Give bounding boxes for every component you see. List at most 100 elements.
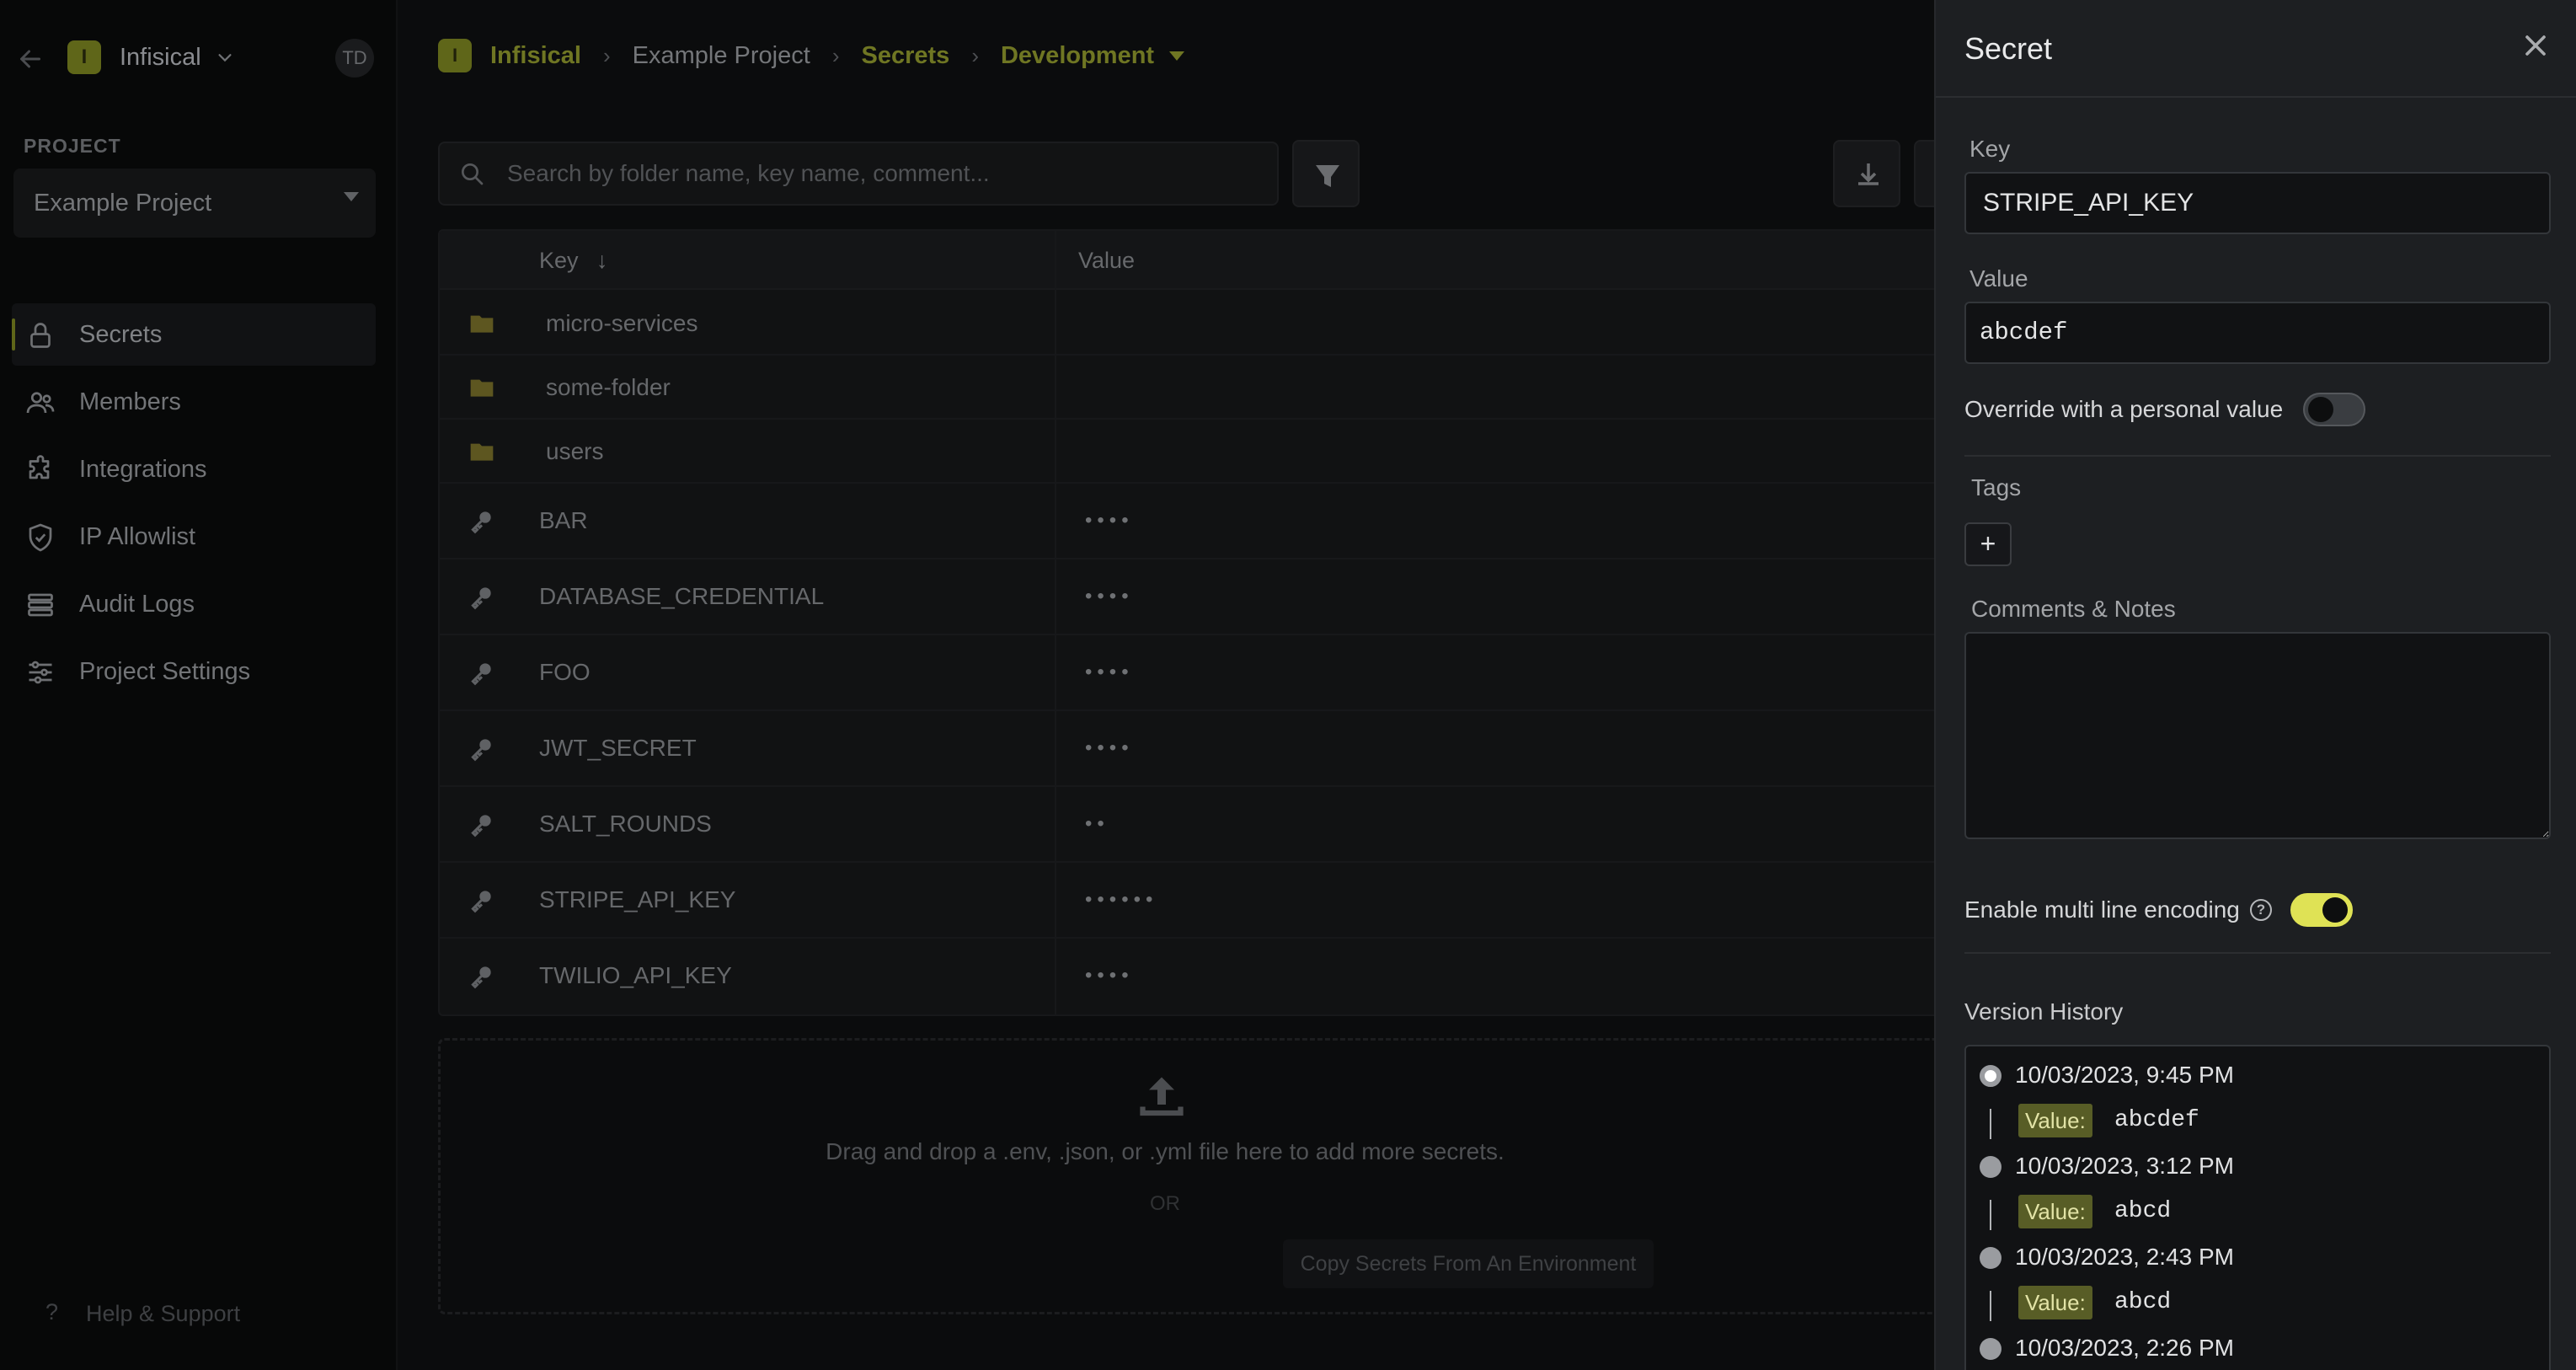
help-support-link[interactable]: Help & Support: [86, 1301, 240, 1327]
filter-icon: [1316, 165, 1339, 187]
project-select[interactable]: Example Project: [13, 169, 376, 238]
chevron-down-icon[interactable]: [216, 42, 234, 72]
dropzone-text: Drag and drop a .env, .json, or .yml fil…: [826, 1138, 1504, 1164]
list-icon: [25, 590, 56, 620]
search-bar: [438, 142, 1279, 206]
secret-row[interactable]: STRIPE_API_KEY ••••••: [440, 863, 1986, 939]
shield-icon: [25, 522, 56, 553]
secret-row[interactable]: SALT_ROUNDS ••: [440, 787, 1986, 863]
copy-secrets-button[interactable]: Copy Secrets From An Environment: [1283, 1239, 1654, 1288]
upload-icon: [1136, 1071, 1187, 1121]
multiline-row: Enable multi line encoding ?: [1964, 893, 2353, 927]
multiline-label: Enable multi line encoding: [1964, 896, 2240, 923]
sliders-icon: [25, 657, 56, 688]
chevron-right-icon: ›: [831, 42, 840, 68]
folder-row[interactable]: users: [440, 420, 1986, 484]
version-entry[interactable]: 10/03/2023, 2:26 PM: [1966, 1325, 2549, 1370]
override-row: Override with a personal value: [1964, 393, 2366, 426]
secret-value-masked[interactable]: ••••: [1085, 506, 1134, 536]
environment-select[interactable]: Development: [1001, 39, 1154, 72]
comments-textarea[interactable]: [1964, 632, 2551, 839]
secret-key: JWT_SECRET: [539, 735, 697, 761]
org-name[interactable]: Infisical: [120, 42, 201, 72]
back-arrow-icon[interactable]: [15, 44, 45, 74]
secret-key: BAR: [539, 507, 588, 533]
sidebar-item-project-settings[interactable]: Project Settings: [0, 639, 398, 706]
close-icon[interactable]: [2519, 29, 2552, 62]
version-history-label: Version History: [1964, 998, 2124, 1025]
secret-value-masked[interactable]: ••••: [1085, 961, 1134, 991]
sidebar-item-integrations[interactable]: Integrations: [0, 436, 398, 504]
filter-button[interactable]: [1292, 140, 1360, 207]
download-icon: [1858, 163, 1879, 185]
comments-label: Comments & Notes: [1971, 596, 2176, 622]
secret-row[interactable]: DATABASE_CREDENTIAL ••••: [440, 559, 1986, 635]
sidebar-item-secrets[interactable]: Secrets: [0, 302, 398, 369]
key-icon: [468, 735, 495, 762]
secret-value-masked[interactable]: ••••••: [1085, 885, 1157, 915]
breadcrumb-section[interactable]: Secrets: [862, 39, 950, 72]
column-header-key[interactable]: Key: [539, 246, 579, 275]
secret-key: FOO: [539, 659, 591, 685]
sidebar-item-label: IP Allowlist: [79, 523, 196, 550]
key-icon: [468, 962, 495, 989]
secret-key: DATABASE_CREDENTIAL: [539, 583, 825, 609]
version-entry[interactable]: 10/03/2023, 2:43 PM Value: abcd: [1966, 1234, 2549, 1325]
value-label: Value: [1969, 265, 2028, 292]
column-header-value: Value: [1078, 248, 1136, 273]
search-icon: [458, 160, 485, 187]
download-button[interactable]: [1833, 140, 1900, 207]
sidebar-item-label: Secrets: [79, 321, 163, 348]
file-dropzone[interactable]: Drag and drop a .env, .json, or .yml fil…: [438, 1038, 1988, 1314]
key-label: Key: [1969, 136, 2011, 162]
secret-value-masked[interactable]: ••••: [1085, 581, 1134, 612]
folder-row[interactable]: micro-services: [440, 292, 1986, 356]
folder-row[interactable]: some-folder: [440, 356, 1986, 420]
key-icon: [468, 659, 495, 686]
secret-row[interactable]: TWILIO_API_KEY ••••: [440, 939, 1986, 1014]
breadcrumb-project[interactable]: Example Project: [633, 39, 810, 72]
folder-name: some-folder: [546, 374, 671, 400]
secret-row[interactable]: JWT_SECRET ••••: [440, 711, 1986, 787]
caret-down-icon[interactable]: [1169, 51, 1185, 61]
help-icon: ?: [45, 1299, 59, 1325]
sidebar-item-label: Integrations: [79, 456, 207, 483]
version-value: abcdef: [2114, 1107, 2199, 1133]
folder-name: micro-services: [546, 310, 698, 336]
dropzone-or: OR: [1150, 1192, 1180, 1215]
version-entry[interactable]: 10/03/2023, 3:12 PM Value: abcd: [1966, 1143, 2549, 1234]
drawer-header: Secret: [1936, 0, 2576, 98]
secret-key: TWILIO_API_KEY: [539, 962, 732, 988]
sort-arrow-icon[interactable]: ↓: [596, 246, 608, 275]
breadcrumb-org[interactable]: Infisical: [490, 39, 581, 72]
sidebar-item-label: Project Settings: [79, 658, 251, 685]
version-value-tag: Value:: [2018, 1104, 2092, 1137]
sidebar-item-audit-logs[interactable]: Audit Logs: [0, 571, 398, 639]
secret-row[interactable]: BAR ••••: [440, 484, 1986, 559]
version-value: abcd: [2114, 1198, 2172, 1224]
sidebar-item-members[interactable]: Members: [0, 369, 398, 436]
sidebar-item-ip-allowlist[interactable]: IP Allowlist: [0, 504, 398, 571]
version-entry[interactable]: 10/03/2023, 9:45 PM Value: abcdef: [1966, 1052, 2549, 1143]
secret-value-masked[interactable]: ••••: [1085, 733, 1134, 763]
multiline-toggle[interactable]: [2290, 893, 2353, 927]
help-circle-icon[interactable]: ?: [2249, 899, 2272, 921]
puzzle-icon: [25, 455, 56, 485]
secret-value-masked[interactable]: ••••: [1085, 657, 1134, 688]
avatar[interactable]: TD: [335, 39, 374, 78]
sidebar-nav: Secrets Members Integrations IP Allowlis…: [0, 302, 398, 706]
secret-value-masked[interactable]: ••: [1085, 809, 1109, 839]
folder-name: users: [546, 438, 604, 464]
override-toggle[interactable]: [2303, 393, 2366, 426]
value-field[interactable]: abcdef: [1964, 302, 2551, 364]
secret-row[interactable]: FOO ••••: [440, 635, 1986, 711]
key-field[interactable]: STRIPE_API_KEY: [1964, 172, 2551, 234]
secret-key: STRIPE_API_KEY: [539, 886, 736, 912]
users-icon: [25, 388, 56, 418]
version-dot-current: [1980, 1065, 2001, 1087]
folder-icon: [468, 374, 495, 401]
version-value: abcd: [2114, 1289, 2172, 1315]
key-icon: [468, 583, 495, 610]
search-input[interactable]: [507, 157, 1248, 190]
add-tag-button[interactable]: +: [1964, 522, 2012, 566]
